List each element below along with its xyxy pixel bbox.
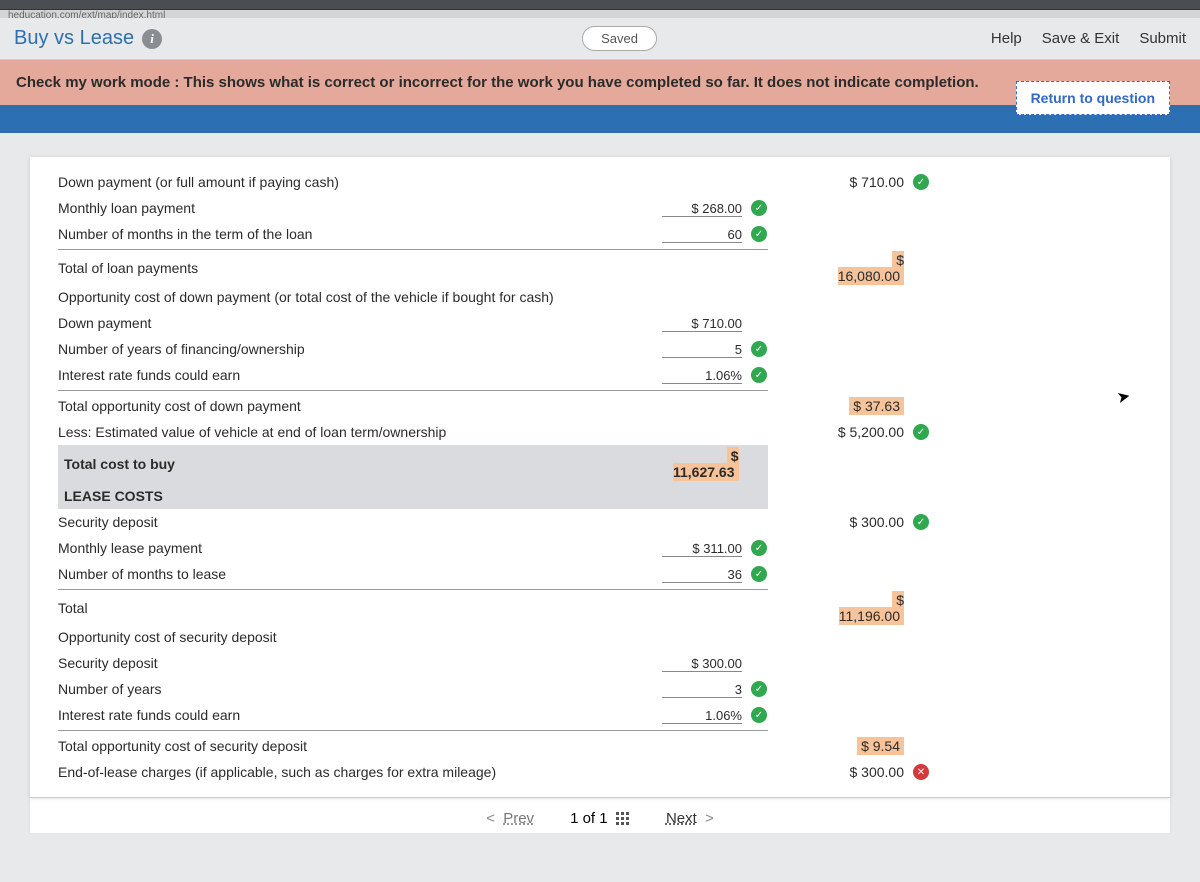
row-output: $16,080.00 (770, 252, 910, 284)
row-output: $11,627.63 (632, 448, 745, 480)
row-label: Monthly lease payment (58, 538, 618, 558)
row-label: Total cost to buy (64, 454, 510, 474)
input-value[interactable]: 60 (662, 227, 742, 243)
check-icon: ✓ (913, 424, 929, 440)
row-label: Monthly loan payment (58, 198, 618, 218)
check-icon: ✓ (751, 566, 767, 582)
input-value[interactable]: $ 300.00 (662, 656, 742, 672)
check-icon: ✓ (913, 514, 929, 530)
question-counter: 1 of 1 (570, 810, 630, 827)
row-label: End-of-lease charges (if applicable, suc… (58, 762, 618, 782)
row-label: Security deposit (58, 653, 618, 673)
row-label: Interest rate funds could earn (58, 365, 618, 385)
check-icon: ✓ (751, 341, 767, 357)
input-value[interactable]: $ 311.00 (662, 541, 742, 557)
row-label: Down payment (or full amount if paying c… (58, 172, 618, 192)
row-output: $ 710.00 (770, 174, 910, 190)
row-label: Number of months to lease (58, 564, 618, 584)
return-to-question-button[interactable]: Return to question (1016, 81, 1170, 115)
row-label: Security deposit (58, 512, 618, 532)
prev-button[interactable]: < Prev (482, 810, 534, 827)
row-output: $ 37.63 (770, 398, 910, 414)
top-bar: Buy vs Lease i Saved Help Save & Exit Su… (0, 18, 1200, 60)
check-icon: ✓ (751, 540, 767, 556)
check-icon: ✓ (751, 200, 767, 216)
submit-link[interactable]: Submit (1139, 30, 1186, 47)
input-value[interactable]: $ 710.00 (662, 316, 742, 332)
input-value[interactable]: 5 (662, 342, 742, 358)
row-label: Number of years (58, 679, 618, 699)
input-value[interactable]: $ 268.00 (662, 201, 742, 217)
row-label: Total opportunity cost of down payment (58, 396, 618, 416)
url-bar: heducation.com/ext/map/index.html (0, 10, 1200, 18)
row-label: Down payment (58, 313, 618, 333)
input-value[interactable]: 1.06% (662, 708, 742, 724)
info-icon[interactable]: i (142, 29, 162, 49)
input-value[interactable]: 3 (662, 682, 742, 698)
row-output: $ 300.00 (770, 514, 910, 530)
check-icon: ✓ (751, 226, 767, 242)
help-link[interactable]: Help (991, 30, 1022, 47)
check-icon: ✓ (751, 681, 767, 697)
row-label: Number of years of financing/ownership (58, 339, 618, 359)
check-icon: ✓ (751, 707, 767, 723)
next-button[interactable]: Next > (666, 810, 718, 827)
row-output: $11,196.00 (770, 592, 910, 624)
row-label: Number of months in the term of the loan (58, 224, 618, 244)
row-label: Total of loan payments (58, 258, 618, 278)
row-label: Total opportunity cost of security depos… (58, 736, 618, 756)
input-value[interactable]: 1.06% (662, 368, 742, 384)
row-label: Interest rate funds could earn (58, 705, 618, 725)
page-title: Buy vs Lease i (14, 27, 162, 50)
row-label: Opportunity cost of security deposit (58, 627, 768, 647)
chevron-left-icon: < (486, 810, 495, 827)
row-label: Opportunity cost of down payment (or tot… (58, 287, 768, 307)
section-header: LEASE COSTS (64, 486, 762, 506)
question-nav: < Prev 1 of 1 Next > (30, 797, 1170, 833)
worksheet-panel: ➤ Down payment (or full amount if paying… (30, 157, 1170, 797)
chevron-right-icon: > (705, 810, 714, 827)
row-label: Total (58, 598, 618, 618)
saved-status: Saved (582, 26, 657, 51)
row-output: $ 300.00 (770, 764, 910, 780)
check-icon: ✓ (913, 174, 929, 190)
cross-icon: ✕ (913, 764, 929, 780)
save-exit-link[interactable]: Save & Exit (1042, 30, 1120, 47)
row-output: $ 5,200.00 (770, 424, 910, 440)
input-value[interactable]: 36 (662, 567, 742, 583)
grid-icon[interactable] (616, 812, 630, 826)
row-output: $ 9.54 (770, 738, 910, 754)
title-text: Buy vs Lease (14, 27, 134, 50)
check-icon: ✓ (751, 367, 767, 383)
row-label: Less: Estimated value of vehicle at end … (58, 422, 618, 442)
